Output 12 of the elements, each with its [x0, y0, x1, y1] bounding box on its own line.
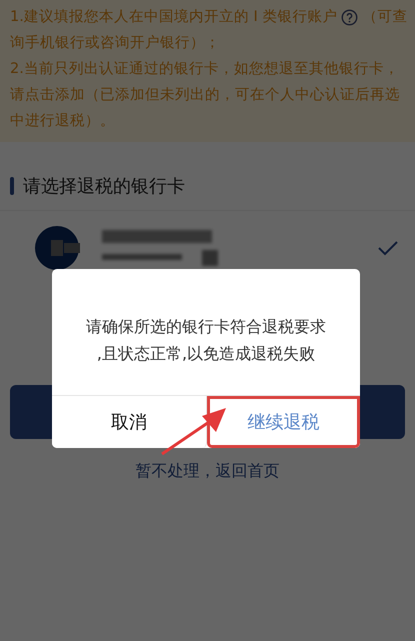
dialog-message: 请确保所选的银行卡符合退税要求,且状态正常,以免造成退税失败 [85, 316, 327, 365]
notice-text: 2.当前只列出认证通过的银行卡，如您想退至其他银行卡，请点击添加（已添加但未列出的，可在个人中心认证后再选中进行退税）。 [10, 60, 401, 131]
bank-logo-icon [34, 225, 80, 271]
help-icon[interactable] [341, 8, 358, 26]
notice-text: （可查 [362, 8, 408, 27]
notice-text: 1.建议填报您本人在中国境内开立的 I 类银行账户 [10, 8, 338, 27]
back-home-link[interactable]: 暂不处理，返回首页 [136, 461, 280, 482]
notice-text: 询手机银行或咨询开户银行）； [10, 34, 221, 53]
cancel-button[interactable]: 取消 [52, 396, 206, 448]
continue-button[interactable]: 继续退税 [206, 396, 360, 448]
section-title: 请选择退税的银行卡 [23, 175, 185, 198]
arrow-annotation [160, 406, 226, 456]
